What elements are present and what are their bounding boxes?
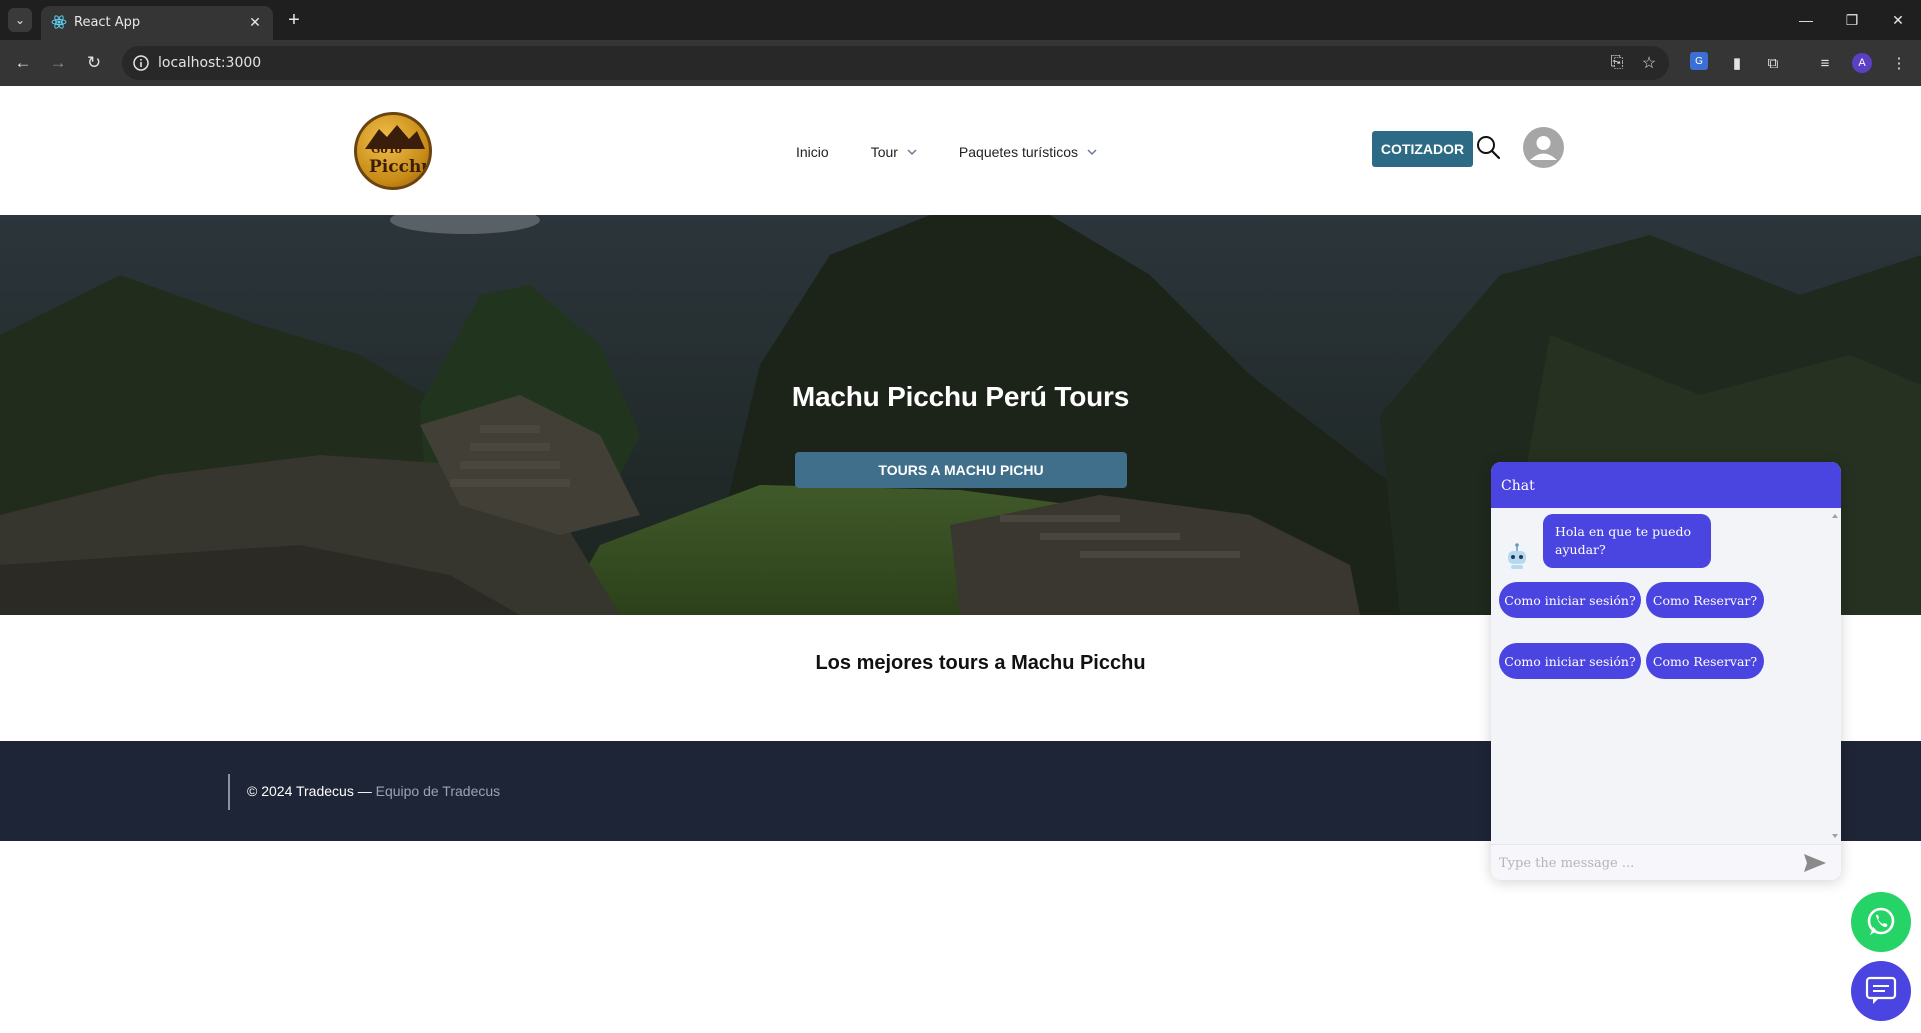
chat-toggle-button[interactable] <box>1851 961 1911 1021</box>
browser-tab[interactable]: React App ✕ <box>41 6 273 40</box>
copyright-text: © 2024 Tradecus — <box>247 783 372 799</box>
bot-avatar-icon <box>1499 539 1535 575</box>
quick-reply-login[interactable]: Como iniciar sesión? <box>1499 582 1641 618</box>
chevron-down-icon <box>907 149 917 156</box>
nav-inicio[interactable]: Inicio <box>796 144 829 160</box>
nav-tour[interactable]: Tour <box>871 144 917 160</box>
close-tab-icon[interactable]: ✕ <box>245 12 265 32</box>
send-icon[interactable] <box>1803 853 1827 873</box>
browser-tab-bar: ⌄ React App ✕ + — ❐ ✕ <box>0 0 1921 40</box>
react-icon <box>51 15 67 29</box>
address-bar[interactable]: localhost:3000 ⎘ ☆ <box>122 46 1669 80</box>
whatsapp-icon <box>1867 907 1895 935</box>
forward-icon[interactable]: → <box>46 51 70 75</box>
hero-title: Machu Picchu Perú Tours <box>791 381 1130 412</box>
extensions-puzzle-icon[interactable]: ⧉ <box>1762 52 1784 74</box>
chat-input-bar <box>1491 844 1841 880</box>
profile-avatar[interactable]: A <box>1852 53 1872 73</box>
page-content: GoTo Picchu Inicio Tour Paquetes turísti… <box>0 86 1921 1033</box>
bot-message: Hola en que te puedo ayudar? <box>1543 514 1711 568</box>
nav-paquetes[interactable]: Paquetes turísticos <box>959 144 1097 160</box>
install-app-icon[interactable]: ⎘ <box>1607 53 1627 73</box>
cotizador-button[interactable]: COTIZADOR <box>1372 131 1473 167</box>
menu-kebab-icon[interactable]: ⋮ <box>1888 52 1910 74</box>
new-tab-button[interactable]: + <box>282 8 306 32</box>
chat-bubble-icon <box>1865 976 1897 1004</box>
bookmark-star-icon[interactable]: ☆ <box>1639 53 1659 73</box>
nav-label: Paquetes turísticos <box>958 144 1078 160</box>
user-silhouette-icon <box>1530 136 1557 160</box>
minimize-icon[interactable]: — <box>1783 0 1829 40</box>
extension-icon[interactable]: ▮ <box>1726 52 1748 74</box>
tab-title: React App <box>74 15 141 30</box>
chat-window: Chat Hola en que te puedo ayudar? Como i… <box>1491 462 1841 880</box>
footer-divider <box>228 774 230 810</box>
restore-icon[interactable]: ❐ <box>1829 0 1875 40</box>
chat-header: Chat <box>1491 462 1841 508</box>
site-info-icon[interactable] <box>132 54 150 72</box>
quick-reply-reserve[interactable]: Como Reservar? <box>1646 582 1764 618</box>
chat-title: Chat <box>1501 478 1535 494</box>
nav-label: Tour <box>870 144 898 160</box>
nav-label: Inicio <box>796 144 829 160</box>
close-window-icon[interactable]: ✕ <box>1875 0 1921 40</box>
site-header: GoTo Picchu Inicio Tour Paquetes turísti… <box>0 86 1921 215</box>
quick-reply-reserve[interactable]: Como Reservar? <box>1646 643 1764 679</box>
chat-scrollbar[interactable] <box>1829 508 1841 844</box>
logo-text-bottom: Picchu <box>369 157 432 177</box>
tab-search-button[interactable]: ⌄ <box>8 8 32 32</box>
chevron-down-icon <box>1087 149 1097 156</box>
tours-machu-pichu-button[interactable]: TOURS A MACHU PICHU <box>795 452 1127 488</box>
browser-toolbar: ← → ↻ localhost:3000 ⎘ ☆ G ▮ ⧉ ≡ A ⋮ <box>0 40 1921 86</box>
search-icon[interactable] <box>1475 134 1501 160</box>
footer-copyright: © 2024 Tradecus — Equipo de Tradecus <box>247 783 500 799</box>
main-nav: Inicio Tour Paquetes turísticos <box>796 142 1139 162</box>
quick-reply-login[interactable]: Como iniciar sesión? <box>1499 643 1641 679</box>
whatsapp-button[interactable] <box>1851 892 1911 952</box>
back-icon[interactable]: ← <box>11 51 35 75</box>
logo-text-top: GoTo <box>371 143 402 156</box>
chat-messages[interactable]: Hola en que te puedo ayudar? Como inicia… <box>1491 508 1841 844</box>
reload-icon[interactable]: ↻ <box>82 51 106 75</box>
chat-message-input[interactable] <box>1499 851 1789 875</box>
reading-list-icon[interactable]: ≡ <box>1814 52 1836 74</box>
team-link[interactable]: Equipo de Tradecus <box>376 783 501 799</box>
user-avatar-icon[interactable] <box>1523 127 1564 168</box>
url-text[interactable]: localhost:3000 <box>158 55 261 71</box>
goto-picchu-logo[interactable]: GoTo Picchu <box>354 112 432 190</box>
translate-extension-icon[interactable]: G <box>1690 52 1708 70</box>
